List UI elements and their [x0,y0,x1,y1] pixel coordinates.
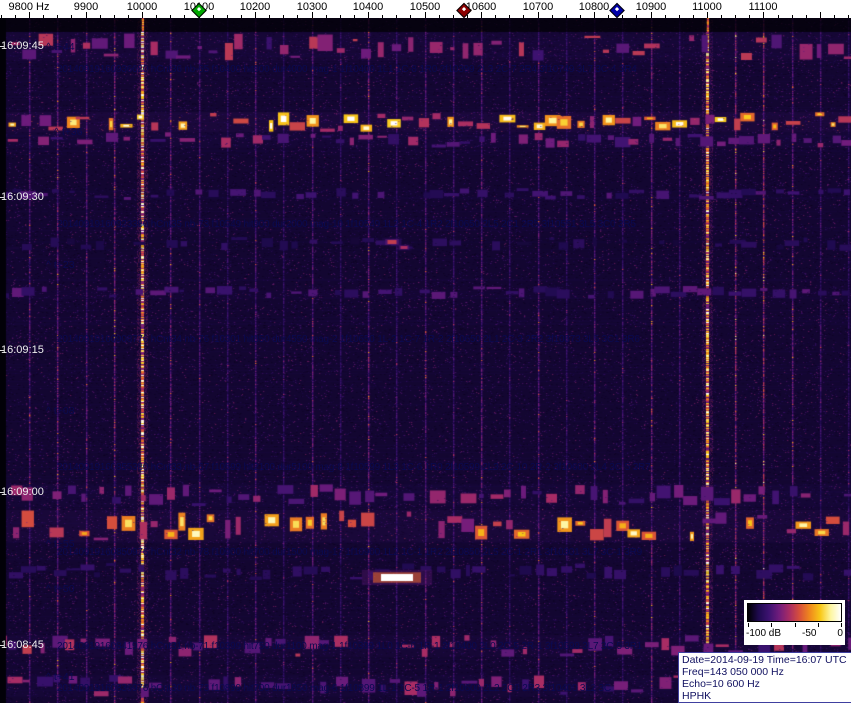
freq-tick [834,15,835,18]
freq-tick [495,15,496,18]
freq-tick-label: 11000 [692,1,722,13]
freq-tick [820,12,821,18]
freq-tick [57,15,58,18]
freq-tick [848,15,849,18]
freq-tick [580,15,581,18]
color-scale-legend: -100 dB -50 0 [744,600,845,645]
legend-label-max: 0 [837,628,843,639]
info-frequency: Freq=143 050 000 Hz [682,666,784,678]
freq-tick [552,15,553,18]
color-scale-ticks [748,623,843,627]
info-date-time: Date=2014-09-19 Time=16:07 UTC [682,654,847,666]
legend-tick [795,623,796,627]
color-scale-labels: -100 dB -50 0 [746,628,843,639]
freq-tick-label: 9800 Hz [8,1,50,13]
marker-center-icon [614,6,619,12]
freq-tick [156,15,157,18]
marker-center-icon [461,6,467,12]
freq-tick [778,15,779,18]
legend-tick [771,623,772,627]
freq-tick-label: 10700 [522,1,554,13]
freq-tick [721,15,722,18]
freq-tick [184,15,185,18]
freq-tick [269,15,270,18]
freq-tick [326,15,327,18]
status-info-box: Date=2014-09-19 Time=16:07 UTC Freq=143 … [678,652,851,703]
freq-tick [396,15,397,18]
freq-tick [283,15,284,18]
freq-tick [340,15,341,18]
freq-tick [114,15,115,18]
freq-tick-label: 10300 [296,1,328,13]
freq-tick [71,15,72,18]
freq-tick-label: 10500 [409,1,441,13]
freq-tick-label: 10200 [239,1,271,13]
info-station-id: HPHK [682,690,712,702]
freq-tick [382,15,383,18]
freq-tick [467,15,468,18]
freq-tick [693,15,694,18]
freq-tick [1,15,2,18]
freq-tick [213,15,214,18]
freq-tick [665,15,666,18]
freq-tick [806,15,807,18]
freq-tick [128,15,129,18]
freq-tick [749,15,750,18]
freq-tick [43,15,44,18]
freq-tick [15,15,16,18]
freq-tick [509,15,510,18]
freq-tick [227,15,228,18]
marker-center-icon [196,6,201,12]
legend-label-mid: -50 [802,628,817,639]
info-echo-frequency: Echo=10 600 Hz [682,678,760,690]
freq-tick [523,15,524,18]
legend-tick [748,623,749,627]
freq-tick [100,15,101,18]
freq-tick [735,15,736,18]
freq-tick [566,15,567,18]
freq-tick [297,15,298,18]
freq-ruler: 9800 Hz990010000101001020010300104001050… [0,0,851,18]
legend-tick [818,623,819,627]
freq-tick-label: 10000 [126,1,158,13]
freq-tick-label: 10800 [578,1,610,13]
color-scale-gradient [747,603,842,622]
spectrogram-app: 9800 Hz990010000101001020010300104001050… [0,0,851,703]
freq-tick [622,15,623,18]
freq-tick [608,15,609,18]
freq-tick [170,15,171,18]
freq-tick-label: 10400 [352,1,384,13]
freq-tick [453,15,454,18]
freq-tick [439,15,440,18]
freq-tick [354,15,355,18]
freq-tick-label: 11100 [748,1,778,13]
freq-tick [679,15,680,18]
legend-tick [841,623,842,627]
freq-tick [410,15,411,18]
legend-label-min: -100 dB [746,628,782,639]
freq-tick-label: 10900 [635,1,667,13]
freq-tick [241,15,242,18]
freq-tick [792,15,793,18]
freq-tick-label: 9900 [73,1,99,13]
spectrogram-canvas[interactable] [0,18,851,703]
freq-tick [636,15,637,18]
